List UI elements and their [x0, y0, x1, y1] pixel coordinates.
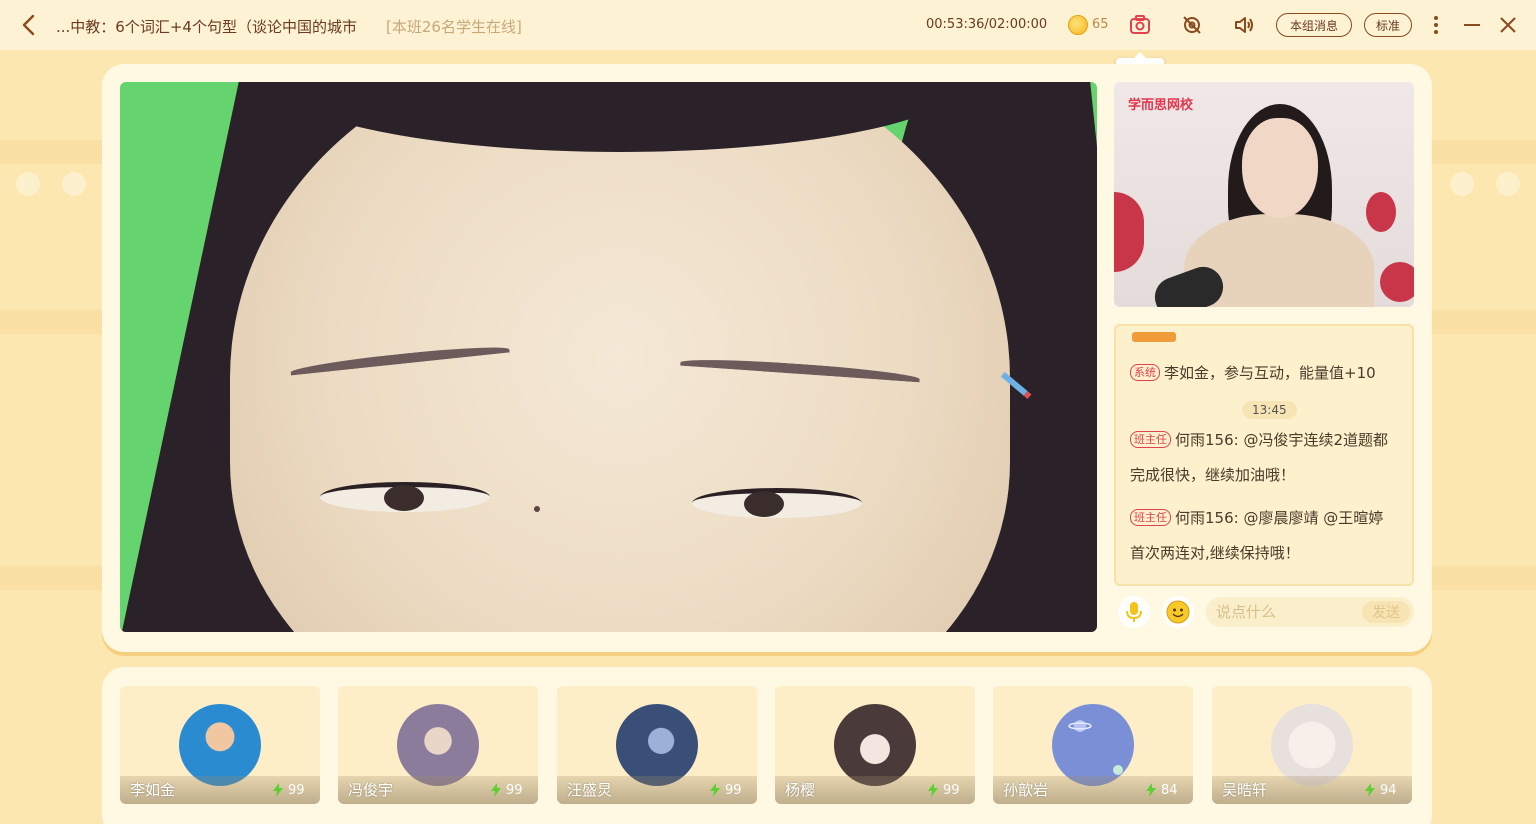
course-title: ...中教：6个词汇+4个句型（谈论中国的城市 [56, 18, 357, 36]
volume-icon[interactable] [1232, 13, 1256, 37]
video-iris-left [384, 485, 424, 511]
coin-count: 65 [1092, 17, 1109, 32]
chat-message: 系统 李如金，参与互动，能量值+10 [1130, 356, 1376, 391]
chat-tag: 班主任 [1130, 509, 1171, 526]
background-dot [1450, 172, 1474, 196]
teacher-bg-shape [1380, 262, 1414, 302]
student-card[interactable]: 吴晧轩 94 [1212, 686, 1412, 804]
teacher-bg-shape [1114, 192, 1144, 272]
chat-tag: 班主任 [1130, 431, 1171, 448]
chat-message: 班主任 何雨156: @廖晨廖靖 @王暄婷 [1130, 501, 1383, 536]
avatar [179, 704, 261, 786]
back-arrow-icon[interactable] [18, 13, 40, 37]
chat-clipped-badge [1132, 332, 1176, 342]
group-messages-button[interactable]: 本组消息 [1276, 13, 1352, 37]
energy-value: 99 [506, 783, 523, 798]
student-name: 吴晧轩 [1222, 781, 1268, 799]
avatar [1271, 704, 1353, 786]
chat-message: 班主任 何雨156: @冯俊宇连续2道题都 [1130, 423, 1388, 458]
more-options-icon[interactable] [1424, 13, 1448, 37]
video-mole [534, 506, 540, 512]
student-card[interactable]: 孙歆岩 84 [993, 686, 1193, 804]
energy-bolt-icon [273, 783, 283, 797]
teacher-bg-shape [1366, 192, 1396, 232]
student-name: 李如金 [130, 781, 176, 799]
microphone-icon [1126, 602, 1142, 622]
student-card[interactable]: 李如金 99 [120, 686, 320, 804]
video-iris-right [744, 491, 784, 517]
energy-value: 99 [725, 783, 742, 798]
background-dot [62, 172, 86, 196]
energy-value: 99 [943, 783, 960, 798]
emoji-button[interactable] [1162, 596, 1194, 628]
camera-off-icon[interactable] [1180, 13, 1204, 37]
school-logo: 学而思网校 [1128, 98, 1194, 113]
energy-value: 84 [1161, 783, 1178, 798]
chat-text-continuation: 首次两连对,继续保持哦！ [1130, 544, 1300, 562]
chat-tag: 系统 [1130, 364, 1160, 381]
chat-text: 何雨156: @冯俊宇连续2道题都 [1175, 431, 1388, 449]
background-dot [16, 172, 40, 196]
avatar [834, 704, 916, 786]
avatar [616, 704, 698, 786]
smiley-icon [1166, 600, 1190, 624]
student-name: 杨樱 [785, 781, 816, 799]
energy-bolt-icon [491, 783, 501, 797]
student-video-feed[interactable] [120, 82, 1097, 632]
planet-icon [1068, 720, 1123, 775]
energy-value: 99 [288, 783, 305, 798]
student-name: 孙歆岩 [1003, 781, 1049, 799]
video-face [230, 82, 1010, 632]
minimize-icon[interactable] [1460, 13, 1484, 37]
energy-bolt-icon [710, 783, 720, 797]
background-dot [1496, 172, 1520, 196]
chat-text: 李如金，参与互动，能量值+10 [1164, 364, 1376, 382]
student-card[interactable]: 冯俊宇 99 [338, 686, 538, 804]
coin-icon [1068, 15, 1088, 35]
avatar [1052, 704, 1134, 786]
student-card[interactable]: 汪盛炅 99 [557, 686, 757, 804]
close-icon[interactable] [1496, 13, 1520, 37]
energy-bolt-icon [928, 783, 938, 797]
energy-bolt-icon [1146, 783, 1156, 797]
student-name: 冯俊宇 [348, 781, 394, 799]
energy-value: 94 [1380, 783, 1397, 798]
chat-timestamp: 13:45 [1242, 401, 1297, 419]
avatar [397, 704, 479, 786]
chat-text-continuation: 完成很快，继续加油哦！ [1130, 466, 1296, 484]
top-bar: ...中教：6个词汇+4个句型（谈论中国的城市 [本班26名学生在线] 00:5… [0, 0, 1536, 50]
class-timer: 00:53:36/02:00:00 [926, 17, 1048, 32]
energy-bolt-icon [1365, 783, 1375, 797]
chat-text: 何雨156: @廖晨廖靖 @王暄婷 [1175, 509, 1384, 527]
teacher-video-feed[interactable]: 学而思网校 [1114, 82, 1414, 307]
teacher-face [1242, 118, 1318, 218]
online-count: [本班26名学生在线] [386, 18, 522, 36]
chat-message-list[interactable]: 系统 李如金，参与互动，能量值+10 13:45 班主任 何雨156: @冯俊宇连续… [1114, 324, 1414, 586]
screenshot-camera-icon[interactable] [1128, 13, 1152, 37]
student-card[interactable]: 杨樱 99 [775, 686, 975, 804]
microphone-button[interactable] [1118, 596, 1150, 628]
student-name: 汪盛炅 [567, 781, 613, 799]
quality-button[interactable]: 标准 [1364, 13, 1412, 37]
send-button[interactable]: 发送 [1362, 601, 1410, 623]
